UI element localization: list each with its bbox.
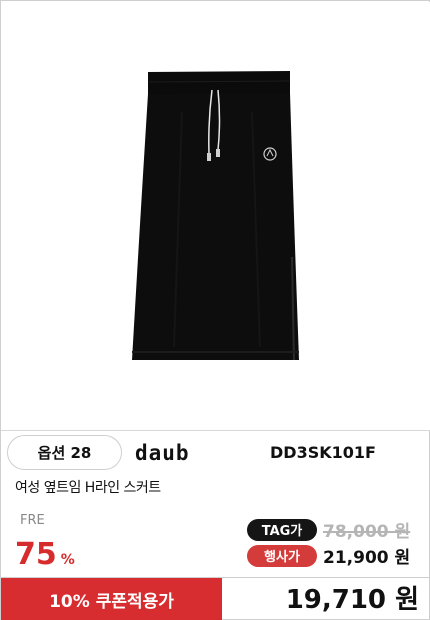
product-name[interactable]: 여성 옆트임 H라인 스커트 <box>15 479 161 497</box>
tag-price: 78,000 원 <box>323 522 411 542</box>
brand-logo[interactable]: daub <box>135 441 190 465</box>
sale-price-row: 행사가 21,900 원 <box>247 543 417 568</box>
discount-rate: 75% <box>15 537 75 578</box>
coupon-bar[interactable]: 10% 쿠폰적용가 19,710 원 <box>1 577 430 620</box>
discount-symbol: % <box>60 552 75 568</box>
size-label: FRE <box>20 513 45 528</box>
option-count-button[interactable]: 옵션 28 <box>7 435 122 470</box>
sale-price: 21,900 원 <box>323 548 411 568</box>
product-card[interactable]: 옵션 28 daub DD3SK101F 여성 옆트임 H라인 스커트 FRE … <box>0 0 430 620</box>
discount-number: 75 <box>15 537 57 572</box>
tag-price-badge: TAG가 <box>247 518 317 541</box>
tag-price-row: TAG가 78,000 원 <box>247 517 417 542</box>
product-image[interactable] <box>2 2 430 430</box>
image-divider <box>1 430 430 431</box>
sale-price-badge: 행사가 <box>247 544 317 567</box>
product-sku: DD3SK101F <box>270 443 376 462</box>
final-price: 19,710 원 <box>285 585 419 615</box>
coupon-label: 10% 쿠폰적용가 <box>1 578 222 620</box>
